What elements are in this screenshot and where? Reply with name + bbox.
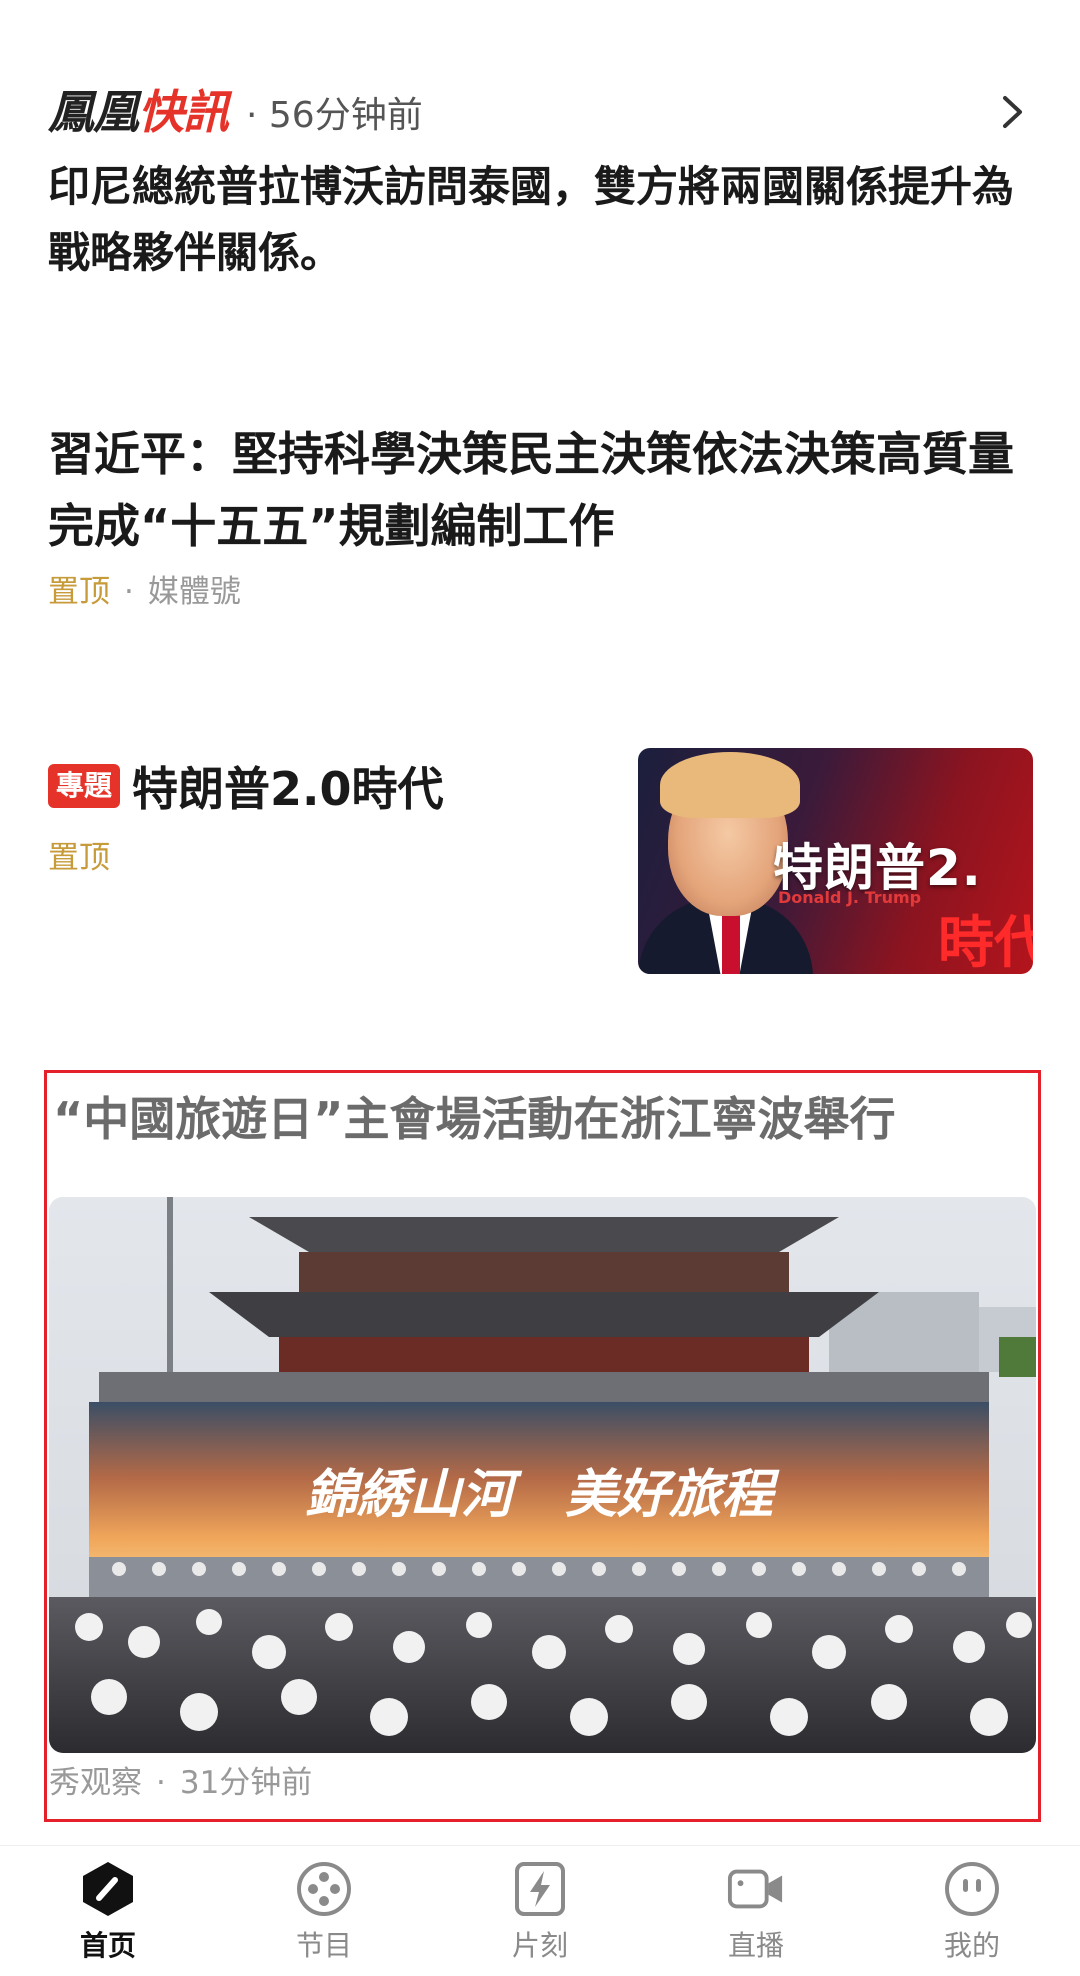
article-meta: 置顶 · 媒體號 — [48, 572, 1033, 612]
article-source: 媒體號 — [147, 574, 241, 610]
portrait-tie — [722, 914, 740, 974]
topic-card[interactable]: 專題 特朗普2.0時代 置顶 特朗普2. Donald J. Trump 時代 — [48, 748, 1033, 974]
article-photo[interactable]: 錦綉山河 美好旅程 — [49, 1197, 1036, 1753]
profile-face-icon — [943, 1860, 1001, 1918]
tab-label: 我的 — [943, 1929, 1000, 1962]
phoenix-flash-logo: 鳳凰 快訊 — [48, 85, 229, 139]
topic-title[interactable]: 特朗普2.0時代 — [132, 753, 444, 819]
highlighted-article-meta: 秀观察 · 31分钟前 — [49, 1763, 312, 1803]
thumbnail-red-text: 時代 — [938, 911, 1033, 974]
tab-moments[interactable]: 片刻 — [432, 1846, 648, 1976]
film-reel-icon — [295, 1860, 353, 1918]
chevron-right-icon[interactable] — [993, 92, 1033, 132]
thumbnail-subtitle: Donald J. Trump — [778, 888, 922, 907]
home-icon — [79, 1860, 137, 1918]
tab-label: 节目 — [295, 1929, 352, 1962]
article-card[interactable]: 習近平：堅持科學決策民主決策依法決策高質量完成“十五五”規劃編制工作 置顶 · … — [48, 418, 1033, 612]
portrait-hair — [660, 752, 800, 818]
highlighted-article-card[interactable]: “中國旅遊日”主會場活動在浙江寧波舉行 錦綉山河 美好旅程 秀观察 · 31分钟… — [44, 1070, 1041, 1822]
flash-news-header: 鳳凰 快訊 · 56分钟前 — [48, 80, 1033, 144]
tourism-day-stage-photo: 錦綉山河 美好旅程 — [49, 1197, 1036, 1753]
pinned-tag: 置顶 — [48, 574, 110, 610]
bottom-tab-bar: 首页 节目 片刻 直播 我的 — [0, 1845, 1080, 1976]
topic-thumbnail[interactable]: 特朗普2. Donald J. Trump 時代 — [638, 748, 1033, 974]
tab-label: 首页 — [79, 1929, 136, 1962]
tab-label: 片刻 — [511, 1929, 568, 1962]
tab-label: 直播 — [727, 1929, 784, 1962]
topic-text: 專題 特朗普2.0時代 置顶 — [48, 756, 444, 878]
tab-live[interactable]: 直播 — [648, 1846, 864, 1976]
article-time: 31分钟前 — [179, 1765, 313, 1801]
flash-news-text[interactable]: 印尼總統普拉博沃訪問泰國，雙方將兩國關係提升為戰略夥伴關係。 — [48, 154, 1033, 286]
flash-time: · 56分钟前 — [246, 95, 423, 136]
video-camera-icon — [727, 1860, 785, 1918]
tab-programs[interactable]: 节目 — [216, 1846, 432, 1976]
tab-home[interactable]: 首页 — [0, 1846, 216, 1976]
topic-badge: 專題 — [48, 764, 121, 808]
tab-me[interactable]: 我的 — [864, 1846, 1080, 1976]
article-source: 秀观察 — [49, 1765, 142, 1801]
lightning-icon — [511, 1860, 569, 1918]
banner-text: 錦綉山河 美好旅程 — [305, 1464, 780, 1525]
highlighted-article-title[interactable]: “中國旅遊日”主會場活動在浙江寧波舉行 — [53, 1087, 895, 1151]
topic-meta: 置顶 — [48, 838, 444, 878]
meta-separator: · — [156, 1765, 166, 1801]
flash-news-card[interactable]: 鳳凰 快訊 · 56分钟前 印尼總統普拉博沃訪問泰國，雙方將兩國關係提升為戰略夥伴… — [48, 80, 1033, 286]
article-title[interactable]: 習近平：堅持科學決策民主決策依法決策高質量完成“十五五”規劃編制工作 — [48, 418, 1033, 562]
pinned-tag: 置顶 — [48, 840, 110, 876]
meta-separator: · — [124, 574, 134, 610]
topic-title-row: 專題 特朗普2.0時代 — [48, 756, 444, 816]
